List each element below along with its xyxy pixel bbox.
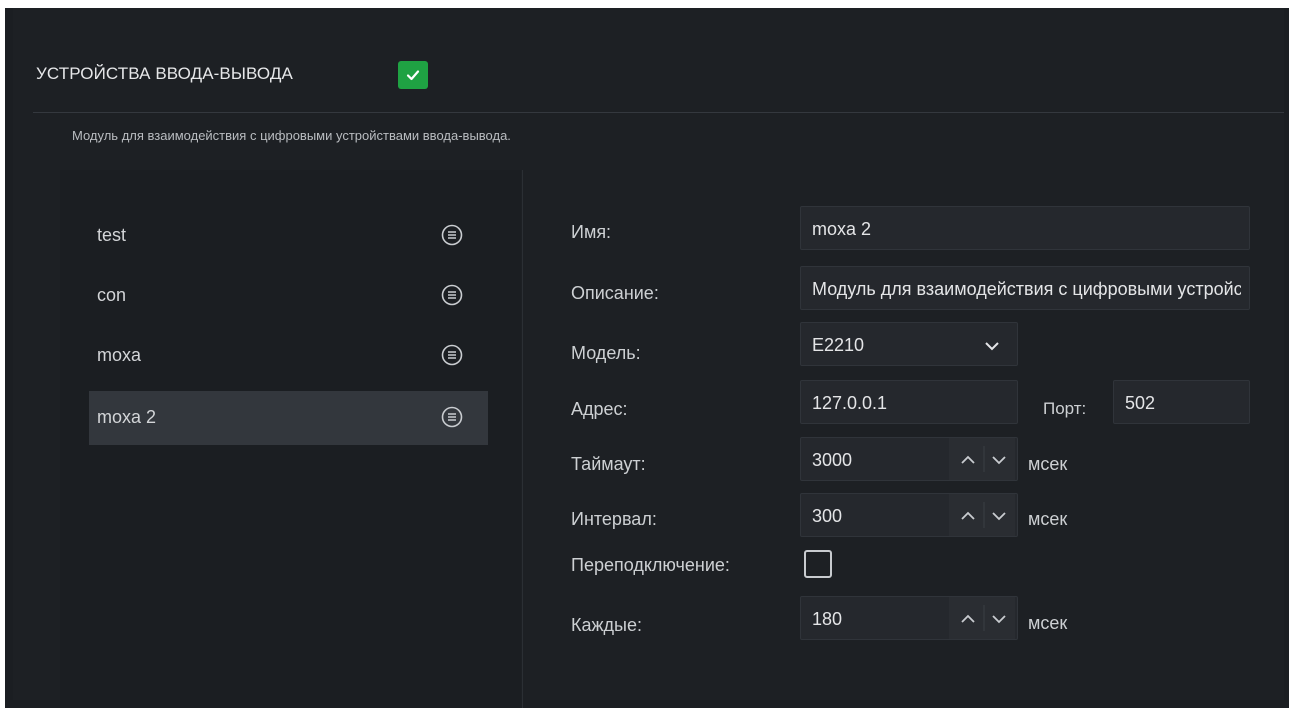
port-field[interactable]: 502: [1113, 380, 1250, 424]
name-field[interactable]: moxa 2: [800, 206, 1250, 250]
name-label: Имя:: [571, 222, 612, 242]
stepper-buttons[interactable]: [949, 597, 1015, 639]
module-description: Модуль для взаимодействия с цифровыми ус…: [72, 128, 511, 143]
device-list-item[interactable]: test: [89, 209, 488, 263]
port-label: Порт:: [1043, 399, 1087, 418]
timeout-unit: мсек: [1028, 454, 1068, 474]
every-stepper[interactable]: 180: [800, 596, 1018, 640]
description-label: Описание:: [571, 283, 659, 303]
device-name: test: [97, 225, 127, 245]
description-value: Модуль для взаимодействия с цифровыми ус…: [812, 279, 1241, 299]
menu-icon[interactable]: [441, 284, 463, 306]
section-title: УСТРОЙСТВА ВВОДА-ВЫВОДА: [36, 64, 293, 83]
reconnect-label: Переподключение:: [571, 555, 730, 575]
device-name: con: [97, 285, 127, 305]
name-value: moxa 2: [812, 219, 872, 239]
address-value: 127.0.0.1: [812, 393, 888, 413]
module-enabled-checkbox[interactable]: [398, 61, 428, 89]
timeout-label: Таймаут:: [571, 454, 646, 474]
interval-label: Интервал:: [571, 509, 657, 529]
model-value: E2210: [812, 335, 865, 355]
device-list-item-selected[interactable]: moxa 2: [89, 391, 488, 445]
stepper-buttons[interactable]: [949, 494, 1015, 536]
description-field[interactable]: Модуль для взаимодействия с цифровыми ус…: [800, 266, 1250, 310]
port-value: 502: [1125, 393, 1156, 413]
address-field[interactable]: 127.0.0.1: [800, 380, 1018, 424]
every-label: Каждые:: [571, 615, 642, 635]
every-unit: мсек: [1028, 613, 1068, 633]
chevron-down-icon: [985, 342, 999, 351]
model-label: Модель:: [571, 343, 641, 363]
menu-icon[interactable]: [441, 344, 463, 366]
device-name: moxa: [97, 345, 142, 365]
reconnect-checkbox[interactable]: [804, 550, 832, 578]
device-list-item[interactable]: con: [89, 269, 488, 323]
checkmark-icon: [406, 70, 420, 81]
model-select[interactable]: E2210: [800, 322, 1018, 366]
interval-unit: мсек: [1028, 509, 1068, 529]
panel-divider: [522, 170, 523, 708]
address-label: Адрес:: [571, 399, 628, 419]
device-list-item[interactable]: moxa: [89, 329, 488, 383]
interval-stepper[interactable]: 300: [800, 493, 1018, 537]
menu-icon[interactable]: [441, 224, 463, 246]
stepper-buttons[interactable]: [949, 438, 1015, 480]
timeout-stepper[interactable]: 3000: [800, 437, 1018, 481]
menu-icon[interactable]: [441, 406, 463, 428]
device-name: moxa 2: [97, 407, 157, 427]
